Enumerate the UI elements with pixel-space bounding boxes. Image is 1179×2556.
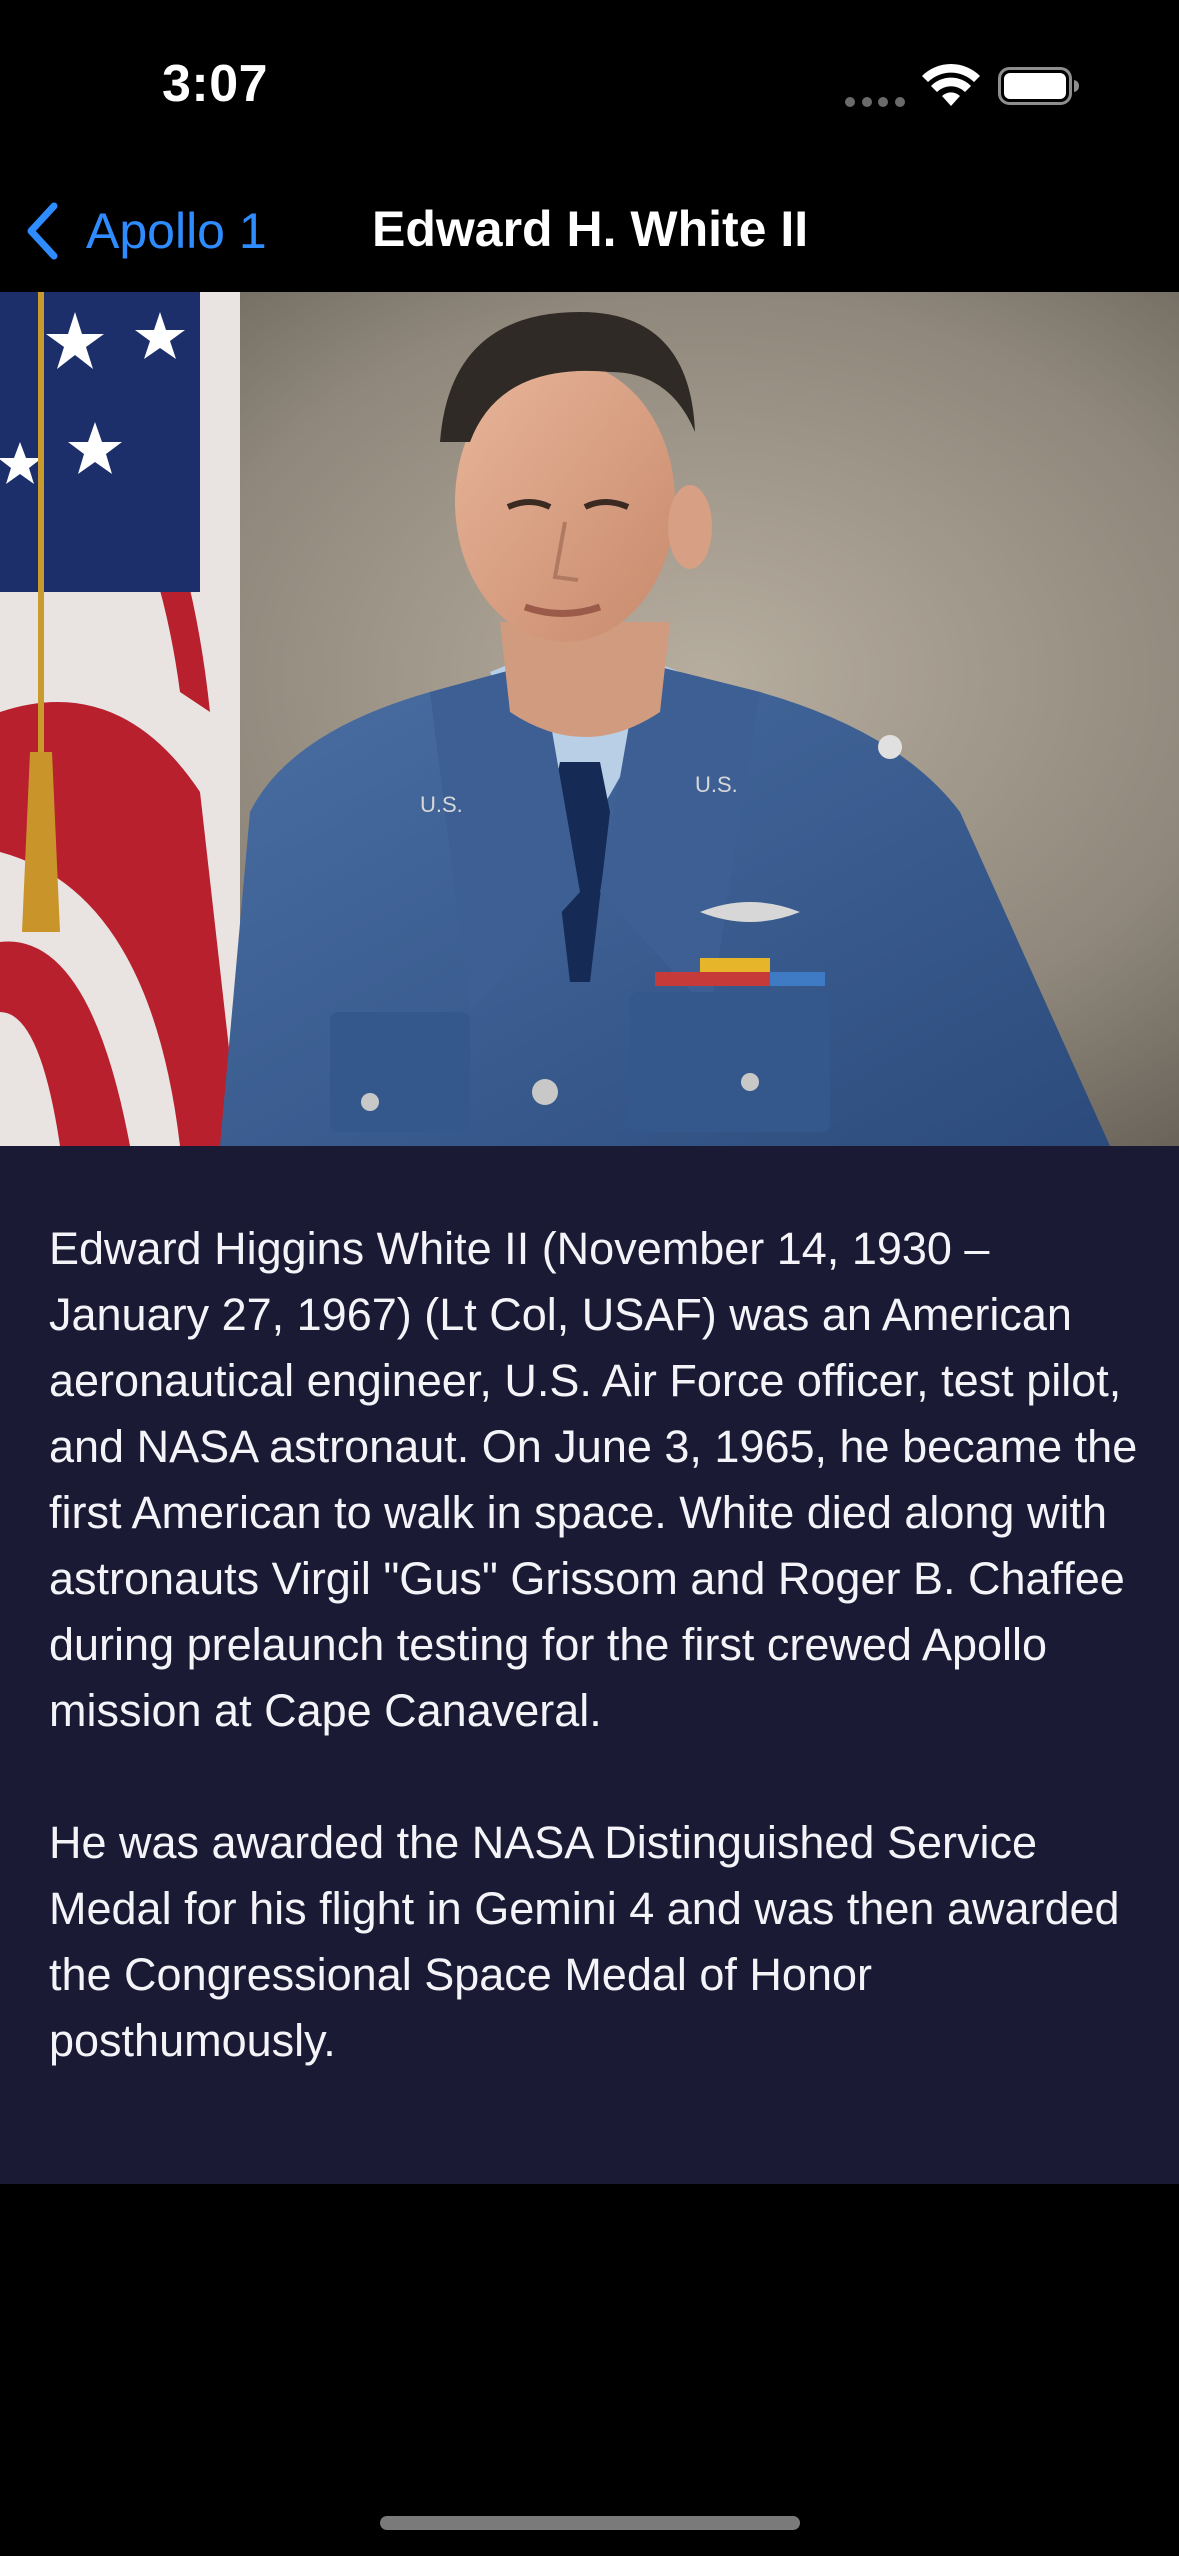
astronaut-portrait-photo: U.S. U.S.	[0, 292, 1179, 1146]
home-indicator[interactable]	[380, 2516, 800, 2530]
back-button-label: Apollo 1	[86, 203, 267, 259]
chevron-left-icon	[27, 202, 58, 260]
back-button[interactable]: Apollo 1	[24, 196, 267, 266]
biography-paragraph-1: Edward Higgins White II (November 14, 19…	[49, 1223, 1138, 1736]
biography-panel: Edward Higgins White II (November 14, 19…	[0, 1146, 1179, 2184]
navigation-bar: Apollo 1 Edward H. White II	[0, 170, 1179, 292]
biography-paragraph-2: He was awarded the NASA Distinguished Se…	[49, 1817, 1120, 2066]
svg-text:U.S.: U.S.	[695, 772, 738, 797]
status-time: 3:07	[162, 55, 269, 113]
battery-icon	[998, 67, 1079, 105]
page-title: Edward H. White II	[372, 201, 809, 257]
status-bar: 3:07	[0, 0, 1179, 170]
svg-text:U.S.: U.S.	[420, 792, 463, 817]
wifi-icon	[922, 63, 980, 106]
cellular-signal-icon	[845, 97, 905, 107]
biography-text: Edward Higgins White II (November 14, 19…	[49, 1216, 1139, 2140]
